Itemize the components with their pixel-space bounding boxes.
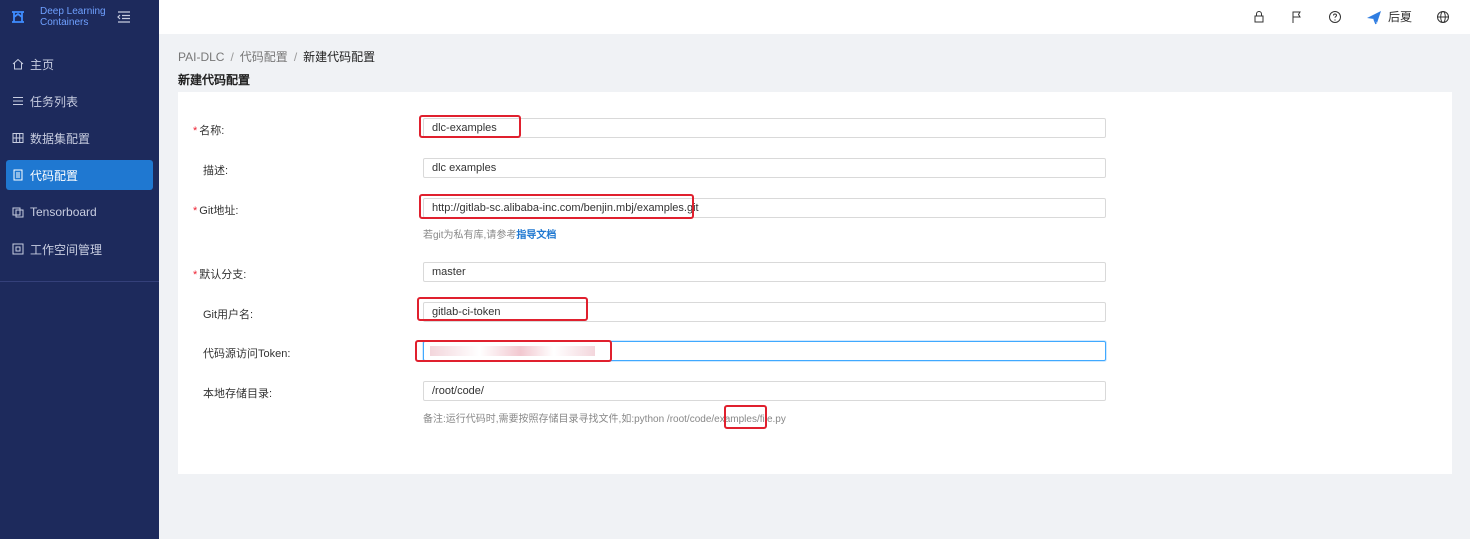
branch-label: * 默认分支: (193, 266, 246, 282)
list-icon (13, 97, 23, 105)
sidebar-item-tensorboard[interactable]: Tensorboard (6, 197, 153, 227)
chart-icon (12, 207, 24, 218)
top-bar: 后夏 (159, 0, 1470, 34)
breadcrumb: PAI-DLC / 代码配置 / 新建代码配置 (178, 48, 375, 65)
code-doc-icon (13, 169, 23, 181)
sidebar-item-tasks[interactable]: 任务列表 (6, 86, 153, 116)
page-title: 新建代码配置 (178, 73, 251, 87)
git-url-label-text: Git地址: (199, 205, 239, 217)
name-label: * 名称: (193, 122, 224, 138)
branch-input[interactable] (423, 262, 1106, 282)
dlc-logo-icon (12, 11, 24, 23)
breadcrumb-root[interactable]: PAI-DLC (178, 50, 224, 64)
help-button[interactable] (1328, 10, 1342, 24)
local-dir-label: 本地存储目录: (203, 388, 273, 400)
flag-button[interactable] (1290, 10, 1304, 24)
local-dir-input[interactable] (423, 381, 1106, 401)
username: 后夏 (1387, 10, 1412, 24)
form-card: *名称: 描述: *Git地址: 若git为私有库,请参考指导文档 *默认分支:… (178, 92, 1452, 474)
user-avatar-icon (1366, 10, 1381, 24)
grid-icon (12, 133, 24, 143)
menu-collapse-icon[interactable] (116, 9, 132, 25)
help-icon (1328, 10, 1341, 23)
home-icon (12, 58, 24, 70)
highlight-box-git-url (419, 194, 694, 219)
breadcrumb-separator: / (230, 50, 234, 64)
required-mark: * (193, 269, 198, 281)
branch-label-text: 默认分支: (199, 269, 247, 281)
user-menu[interactable]: 后夏 (1366, 8, 1412, 25)
sidebar-item-label: 数据集配置 (30, 131, 91, 146)
highlight-box-name (419, 115, 521, 138)
name-label-text: 名称: (199, 125, 225, 137)
description-input[interactable] (423, 158, 1106, 178)
sidebar-item-label: 主页 (30, 57, 55, 72)
sidebar-item-label: 工作空间管理 (30, 242, 103, 257)
flag-icon (1292, 11, 1301, 23)
highlight-box-examples (724, 405, 767, 429)
required-mark: * (193, 125, 198, 137)
sidebar-item-label: Tensorboard (30, 205, 97, 219)
workspace-icon (12, 243, 24, 255)
git-url-label: * Git地址: (193, 202, 238, 218)
breadcrumb-separator: / (293, 50, 298, 64)
highlight-box-token (415, 340, 612, 362)
git-url-hint-text: 若git为私有库,请参考 (423, 230, 517, 241)
breadcrumb-current: 新建代码配置 (303, 50, 376, 64)
git-url-hint: 若git为私有库,请参考指导文档 (423, 226, 556, 241)
sidebar-item-workspace[interactable]: 工作空间管理 (6, 234, 153, 264)
sidebar-item-home[interactable]: 主页 (6, 49, 153, 79)
brand-name: Deep Learning Containers (40, 6, 106, 28)
brand[interactable]: Deep Learning Containers (0, 0, 159, 34)
language-button[interactable] (1436, 10, 1450, 24)
lock-button[interactable] (1252, 10, 1266, 24)
sidebar-item-label: 代码配置 (30, 168, 79, 183)
highlight-box-git-user (417, 297, 588, 321)
git-user-label: Git用户名: (203, 309, 254, 321)
required-mark: * (193, 205, 198, 217)
sidebar-item-label: 任务列表 (30, 94, 79, 109)
breadcrumb-parent[interactable]: 代码配置 (240, 50, 288, 64)
token-label: 代码源访问Token: (203, 348, 291, 360)
description-label: 描述: (203, 165, 229, 177)
globe-icon (1437, 10, 1449, 23)
sidebar: Deep Learning Containers 主页 任务列表 数据集配置 代… (0, 0, 159, 539)
guide-doc-link[interactable]: 指导文档 (516, 230, 556, 241)
name-input[interactable] (423, 118, 1106, 138)
sidebar-item-datasets[interactable]: 数据集配置 (6, 123, 153, 153)
top-toolbar: 后夏 (1228, 8, 1450, 25)
lock-icon (1254, 10, 1264, 22)
sidebar-item-code-config[interactable]: 代码配置 (6, 160, 153, 190)
sidebar-menu: 主页 任务列表 数据集配置 代码配置 Tensorboard 工作空间管理 (0, 49, 159, 282)
